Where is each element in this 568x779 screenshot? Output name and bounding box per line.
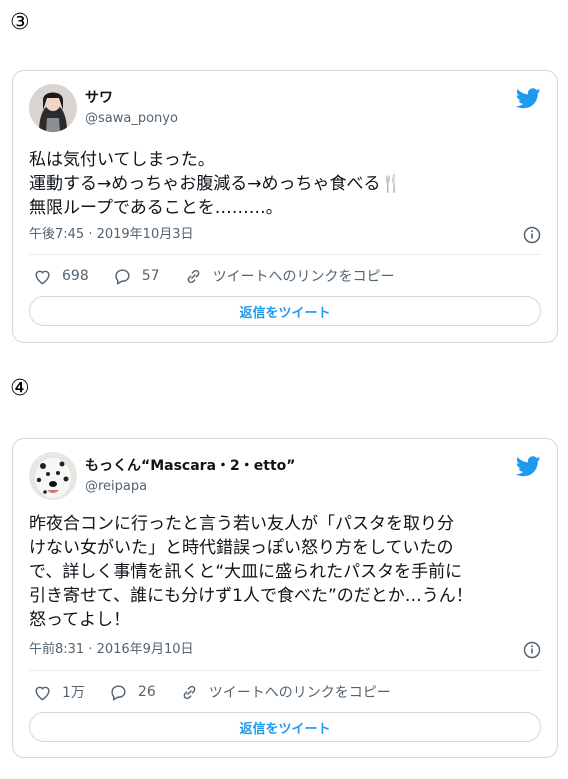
twitter-bird-icon[interactable] [516, 456, 541, 477]
reply-count-button[interactable]: 26 [109, 683, 156, 702]
like-button[interactable]: 1万 [33, 682, 85, 702]
divider [29, 254, 541, 255]
like-button[interactable]: 698 [33, 267, 89, 286]
user-handle[interactable]: @reipapa [85, 478, 147, 496]
reply-count-button[interactable]: 57 [113, 267, 160, 286]
copy-link-label: ツイートへのリンクをコピー [208, 685, 391, 701]
link-icon [183, 685, 196, 699]
reply-icon [115, 268, 130, 285]
reply-tweet-button[interactable]: 返信をツイート [29, 296, 541, 326]
section-number-3: ③ [10, 10, 30, 35]
timestamp[interactable]: 午後7:45 · 2019年10月3日 [29, 226, 194, 244]
info-icon[interactable] [523, 226, 541, 244]
tweet-card-1[interactable]: サワ @sawa_ponyo 私は気付いてしまった。 運動する→めっちゃお腹減る… [12, 70, 558, 343]
tweet-text: 私は気付いてしまった。 運動する→めっちゃお腹減る→めっちゃ食べる🍴 無限ループ… [29, 150, 402, 218]
copy-link-button[interactable]: ツイートへのリンクをコピー [180, 682, 391, 702]
tweet-card-2[interactable]: もっくん“Mascara・2・etto” @reipapa 昨夜合コンに行ったと… [12, 438, 558, 758]
link-icon [187, 269, 199, 283]
tweet-text: 昨夜合コンに行ったと言う若い友人が「パスタを取り分 けない女がいた」と時代錯誤っ… [29, 514, 473, 630]
divider [29, 670, 541, 671]
reply-icon [111, 684, 126, 701]
copy-link-label: ツイートへのリンクをコピー [212, 269, 395, 285]
like-count: 1万 [62, 685, 85, 701]
display-name[interactable]: サワ [85, 89, 113, 107]
info-icon[interactable] [523, 641, 541, 659]
user-handle[interactable]: @sawa_ponyo [85, 110, 178, 128]
copy-link-button[interactable]: ツイートへのリンクをコピー [184, 266, 395, 286]
avatar[interactable] [29, 452, 77, 500]
like-count: 698 [62, 268, 89, 284]
action-bar: 698 57 ツイートへのリンクをコピー [33, 265, 541, 287]
section-number-4: ④ [10, 376, 30, 401]
heart-icon [35, 686, 50, 700]
heart-icon [35, 270, 50, 284]
timestamp[interactable]: 午前8:31 · 2016年9月10日 [29, 641, 194, 659]
avatar[interactable] [29, 84, 77, 132]
reply-tweet-button[interactable]: 返信をツイート [29, 712, 541, 742]
twitter-bird-icon[interactable] [516, 88, 541, 109]
reply-count: 57 [141, 268, 160, 284]
reply-count: 26 [137, 684, 156, 700]
action-bar: 1万 26 ツイートへのリンクをコピー [33, 681, 541, 703]
display-name[interactable]: もっくん“Mascara・2・etto” [85, 457, 295, 475]
